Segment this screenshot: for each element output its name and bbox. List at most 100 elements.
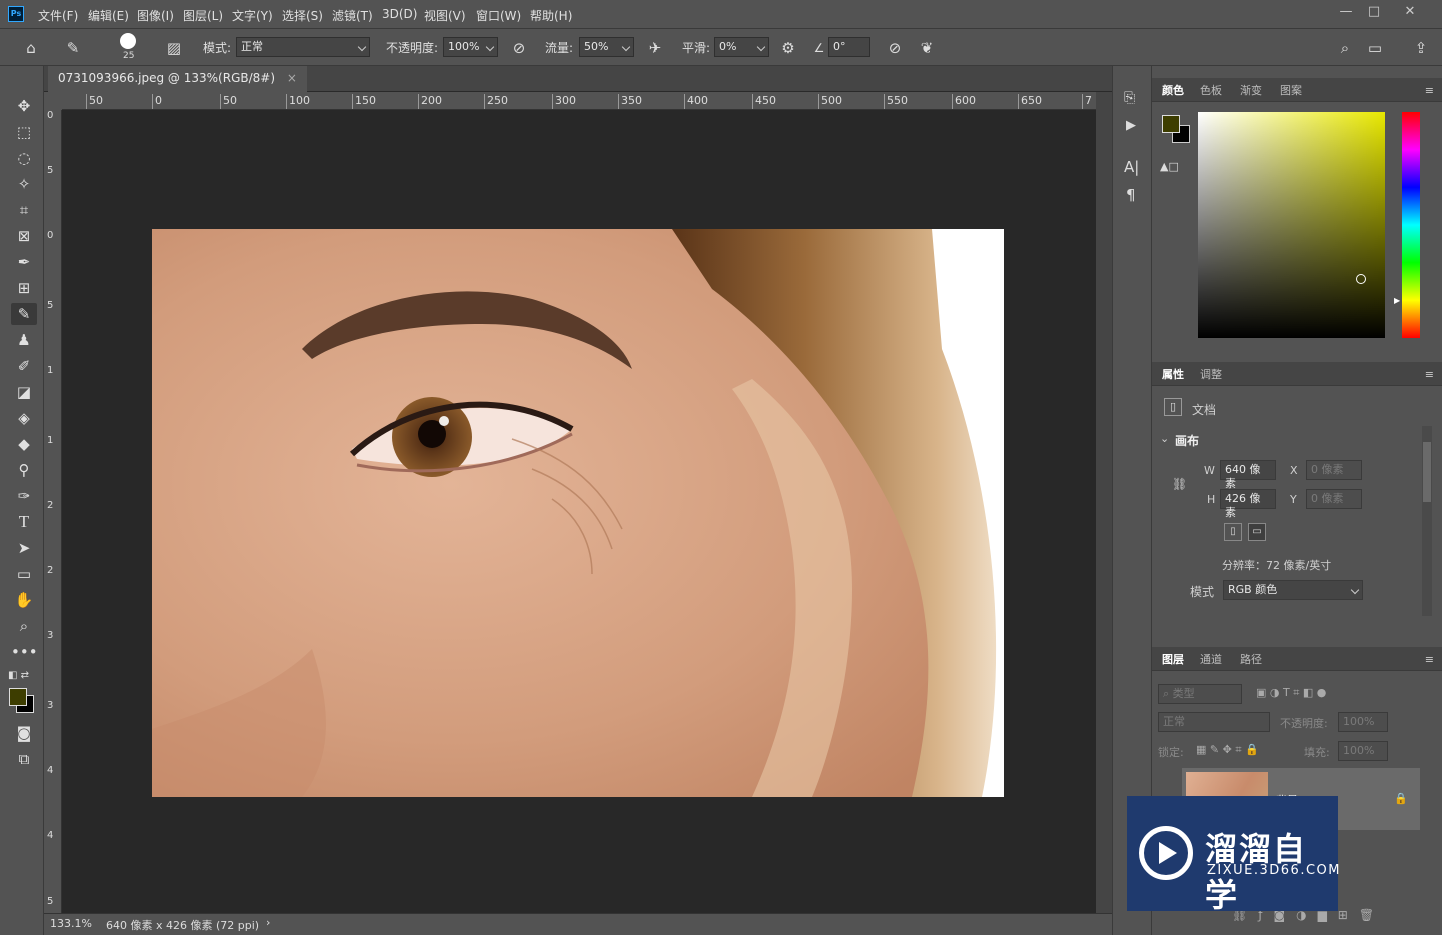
- layer-filter-select[interactable]: ⌕ 类型: [1158, 684, 1242, 704]
- tab-swatches[interactable]: 色板: [1200, 82, 1222, 98]
- more-tools-icon[interactable]: •••: [11, 641, 38, 663]
- search-icon[interactable]: ⌕: [1334, 37, 1356, 59]
- eraser-tool-icon[interactable]: ◪: [11, 381, 37, 403]
- gear-icon[interactable]: ⚙: [777, 37, 799, 59]
- close-icon[interactable]: ✕: [1397, 2, 1423, 22]
- move-tool-icon[interactable]: ✥: [11, 95, 37, 117]
- type-tool-icon[interactable]: T: [11, 511, 37, 533]
- rectangle-tool-icon[interactable]: ▭: [11, 563, 37, 585]
- zoom-tool-icon[interactable]: ⌕: [11, 615, 37, 637]
- mode-select[interactable]: 正常: [236, 37, 370, 57]
- actions-play-icon[interactable]: ▶: [1126, 118, 1136, 133]
- x-field[interactable]: 0 像素: [1306, 460, 1362, 480]
- menu-type[interactable]: 文字(Y): [232, 7, 273, 24]
- menu-file[interactable]: 文件(F): [38, 7, 78, 24]
- panel-menu-icon[interactable]: ≡: [1425, 653, 1434, 666]
- healing-tool-icon[interactable]: ⊞: [11, 277, 37, 299]
- portrait-orientation-icon[interactable]: ▯: [1224, 523, 1242, 541]
- height-field[interactable]: 426 像素: [1220, 489, 1276, 519]
- canvas-image[interactable]: [152, 229, 1004, 797]
- tab-close-icon[interactable]: ×: [287, 71, 297, 85]
- tab-adjustments[interactable]: 调整: [1200, 366, 1222, 382]
- menu-3d[interactable]: 3D(D): [382, 7, 417, 21]
- blend-mode-select[interactable]: 正常: [1158, 712, 1270, 732]
- hue-slider[interactable]: [1402, 112, 1420, 338]
- tab-paths[interactable]: 路径: [1240, 651, 1262, 667]
- flow-field[interactable]: 50%: [579, 37, 634, 57]
- properties-scrollbar[interactable]: [1422, 426, 1432, 616]
- tab-channels[interactable]: 通道: [1200, 651, 1222, 667]
- workspace-icon[interactable]: ▭: [1364, 37, 1386, 59]
- symmetry-icon[interactable]: ❦: [916, 37, 938, 59]
- menu-edit[interactable]: 编辑(E): [88, 7, 129, 24]
- menu-image[interactable]: 图像(I): [137, 7, 174, 24]
- panel-menu-icon[interactable]: ≡: [1425, 84, 1434, 97]
- layer-opacity-field[interactable]: 100%: [1338, 712, 1388, 732]
- airbrush-icon[interactable]: ✈: [644, 37, 666, 59]
- color-field[interactable]: [1198, 112, 1385, 338]
- eyedropper-tool-icon[interactable]: ✒: [11, 251, 37, 273]
- menu-help[interactable]: 帮助(H): [530, 7, 572, 24]
- y-field[interactable]: 0 像素: [1306, 489, 1362, 509]
- angle-field[interactable]: 0°: [828, 37, 870, 57]
- history-brush-icon[interactable]: ✐: [11, 355, 37, 377]
- foreground-color-swatch[interactable]: [9, 688, 27, 706]
- paint-bucket-icon[interactable]: ◈: [11, 407, 37, 429]
- pressure-size-icon[interactable]: ⊘: [884, 37, 906, 59]
- brush-panel-icon[interactable]: ▨: [163, 37, 185, 59]
- vertical-scrollbar[interactable]: [1096, 92, 1112, 914]
- lasso-tool-icon[interactable]: ◌: [11, 147, 37, 169]
- landscape-orientation-icon[interactable]: ▭: [1248, 523, 1266, 541]
- brush-tool-icon[interactable]: ✎: [11, 303, 37, 325]
- quick-mask-icon[interactable]: ◙: [11, 722, 37, 744]
- link-icon[interactable]: ⛓: [1172, 477, 1187, 491]
- marquee-tool-icon[interactable]: ⬚: [11, 121, 37, 143]
- tab-patterns[interactable]: 图案: [1280, 82, 1302, 98]
- panel-menu-icon[interactable]: ≡: [1425, 368, 1434, 381]
- menu-window[interactable]: 窗口(W): [476, 7, 521, 24]
- fill-field[interactable]: 100%: [1338, 741, 1388, 761]
- menu-view[interactable]: 视图(V): [424, 7, 466, 24]
- pressure-opacity-icon[interactable]: ⊘: [508, 37, 530, 59]
- opacity-field[interactable]: 100%: [443, 37, 498, 57]
- stamp-tool-icon[interactable]: ♟: [11, 329, 37, 351]
- width-field[interactable]: 640 像素: [1220, 460, 1276, 490]
- gamut-warning-icon[interactable]: ▲□: [1160, 160, 1179, 173]
- crop-tool-icon[interactable]: ⌗: [11, 199, 37, 221]
- minimize-icon[interactable]: —: [1333, 2, 1359, 22]
- hue-slider-marker[interactable]: ▶: [1394, 296, 1400, 305]
- brush-size-icon[interactable]: [120, 33, 136, 49]
- screen-mode-icon[interactable]: ⧉: [11, 748, 37, 770]
- menu-filter[interactable]: 滤镜(T): [332, 7, 373, 24]
- character-icon[interactable]: A|: [1124, 158, 1139, 176]
- history-icon[interactable]: ⎘: [1124, 90, 1135, 106]
- document-tab[interactable]: 0731093966.jpeg @ 133%(RGB/8#) ×: [48, 66, 307, 92]
- frame-tool-icon[interactable]: ⊠: [11, 225, 37, 247]
- tab-gradients[interactable]: 渐变: [1240, 82, 1262, 98]
- dodge-tool-icon[interactable]: ⚲: [11, 459, 37, 481]
- menu-select[interactable]: 选择(S): [282, 7, 323, 24]
- tab-properties[interactable]: 属性: [1162, 366, 1184, 382]
- lock-icons[interactable]: ▦ ✎ ✥ ⌗ 🔒: [1196, 743, 1259, 757]
- color-mode-select[interactable]: RGB 颜色: [1223, 580, 1363, 600]
- pen-tool-icon[interactable]: ✑: [11, 485, 37, 507]
- zoom-level[interactable]: 133.1%: [50, 917, 92, 930]
- layer-filter-icons[interactable]: ▣ ◑ T ⌗ ◧ ●: [1256, 686, 1326, 700]
- chevron-down-icon[interactable]: ⌄: [1160, 432, 1169, 445]
- status-menu-arrow[interactable]: ›: [266, 916, 270, 929]
- blur-tool-icon[interactable]: ◆: [11, 433, 37, 455]
- menu-layer[interactable]: 图层(L): [183, 7, 223, 24]
- hand-tool-icon[interactable]: ✋: [11, 589, 37, 611]
- foreground-color-chip[interactable]: [1162, 115, 1180, 133]
- home-icon[interactable]: ⌂: [20, 37, 42, 59]
- swap-colors-icon[interactable]: ◧ ⇄: [8, 670, 29, 681]
- maximize-icon[interactable]: □: [1361, 2, 1387, 22]
- smooth-field[interactable]: 0%: [714, 37, 769, 57]
- path-select-icon[interactable]: ➤: [11, 537, 37, 559]
- quick-select-tool-icon[interactable]: ✧: [11, 173, 37, 195]
- share-icon[interactable]: ⇪: [1410, 37, 1432, 59]
- tab-layers[interactable]: 图层: [1162, 651, 1184, 667]
- paragraph-icon[interactable]: ¶: [1126, 186, 1136, 204]
- properties-scroll-thumb[interactable]: [1423, 442, 1431, 502]
- tab-color[interactable]: 颜色: [1162, 82, 1184, 98]
